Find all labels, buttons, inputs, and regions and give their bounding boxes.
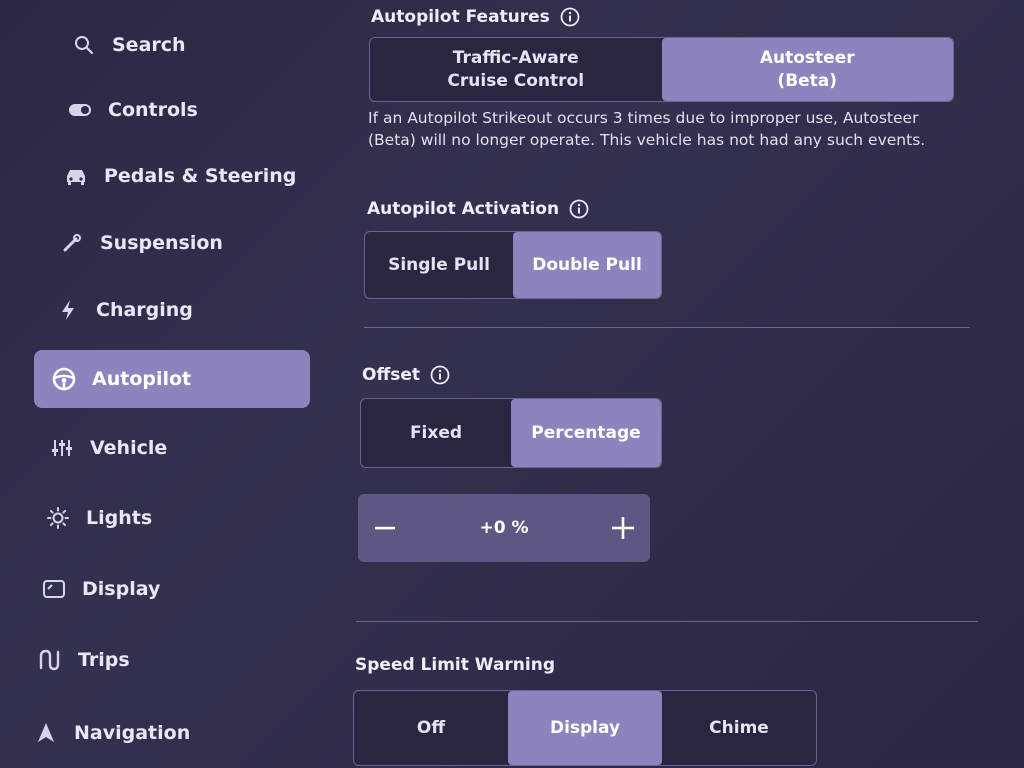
sidebar-item-suspension[interactable]: Suspension	[58, 214, 223, 272]
option-display[interactable]: Display	[508, 691, 662, 765]
section-title: Speed Limit Warning	[355, 655, 556, 675]
toggle-icon	[66, 103, 94, 117]
offset-stepper: +0 %	[358, 494, 650, 562]
settings-screen: Search Controls Pedals & Steering Suspen…	[0, 0, 1024, 768]
sidebar-item-label: Search	[112, 34, 186, 56]
navigation-arrow-icon	[32, 722, 60, 744]
section-title: Offset	[362, 365, 420, 385]
sidebar-item-label: Vehicle	[90, 437, 168, 459]
sidebar-item-label: Lights	[86, 507, 153, 529]
option-fixed[interactable]: Fixed	[361, 399, 511, 467]
autopilot-features-selector: Traffic-Aware Cruise Control Autosteer (…	[369, 37, 954, 102]
sidebar-item-autopilot[interactable]: Autopilot	[34, 350, 310, 408]
option-autosteer-beta[interactable]: Autosteer (Beta)	[661, 38, 953, 101]
sidebar-item-label: Suspension	[100, 232, 223, 254]
speed-limit-warning-selector: Off Display Chime	[353, 690, 817, 766]
sidebar-item-label: Controls	[108, 99, 198, 121]
sidebar-item-display[interactable]: Display	[40, 560, 160, 618]
sidebar-item-lights[interactable]: Lights	[44, 489, 152, 547]
sidebar-item-label: Pedals & Steering	[104, 165, 297, 187]
car-icon	[62, 167, 90, 185]
sidebar-item-label: Autopilot	[92, 368, 192, 390]
wrench-icon	[58, 233, 86, 253]
sidebar-item-trips[interactable]: Trips	[36, 631, 130, 689]
offset-value: +0 %	[479, 518, 529, 538]
sidebar-item-pedals-steering[interactable]: Pedals & Steering	[62, 147, 296, 205]
option-chime[interactable]: Chime	[662, 691, 816, 765]
section-title: Autopilot Features	[371, 7, 550, 27]
sidebar-item-label: Trips	[78, 649, 130, 671]
sidebar-item-label: Display	[82, 578, 161, 600]
info-icon[interactable]	[560, 7, 580, 27]
option-traffic-aware-cruise-control[interactable]: Traffic-Aware Cruise Control	[370, 38, 662, 101]
display-icon	[40, 579, 68, 599]
divider	[364, 327, 970, 328]
bolt-icon	[54, 299, 82, 321]
speed-limit-warning-header: Speed Limit Warning	[355, 655, 555, 675]
section-title: Autopilot Activation	[367, 199, 560, 219]
sidebar-item-controls[interactable]: Controls	[66, 81, 198, 139]
sun-icon	[44, 507, 72, 529]
option-single-pull[interactable]: Single Pull	[365, 232, 513, 298]
sidebar-item-navigation[interactable]: Navigation	[32, 704, 190, 762]
offset-header: Offset	[362, 365, 450, 385]
sidebar-item-label: Charging	[96, 299, 193, 321]
sidebar-item-label: Navigation	[74, 722, 191, 744]
sliders-icon	[48, 438, 76, 458]
minus-icon[interactable]	[372, 515, 398, 541]
route-icon	[36, 648, 64, 672]
autopilot-features-header: Autopilot Features	[371, 7, 580, 27]
option-double-pull[interactable]: Double Pull	[513, 232, 661, 298]
option-percentage[interactable]: Percentage	[511, 399, 661, 467]
search-icon	[70, 35, 98, 55]
autopilot-activation-selector: Single Pull Double Pull	[364, 231, 662, 299]
strikeout-note: If an Autopilot Strikeout occurs 3 times…	[368, 109, 926, 149]
sidebar-item-search[interactable]: Search	[70, 16, 186, 74]
offset-selector: Fixed Percentage	[360, 398, 662, 468]
plus-icon[interactable]	[610, 515, 636, 541]
sidebar-item-vehicle[interactable]: Vehicle	[48, 419, 167, 477]
option-off[interactable]: Off	[354, 691, 508, 765]
sidebar-item-charging[interactable]: Charging	[54, 281, 193, 339]
divider	[356, 621, 978, 622]
autopilot-activation-header: Autopilot Activation	[367, 199, 589, 219]
info-icon[interactable]	[569, 199, 589, 219]
steering-wheel-icon	[50, 367, 78, 391]
info-icon[interactable]	[430, 365, 450, 385]
